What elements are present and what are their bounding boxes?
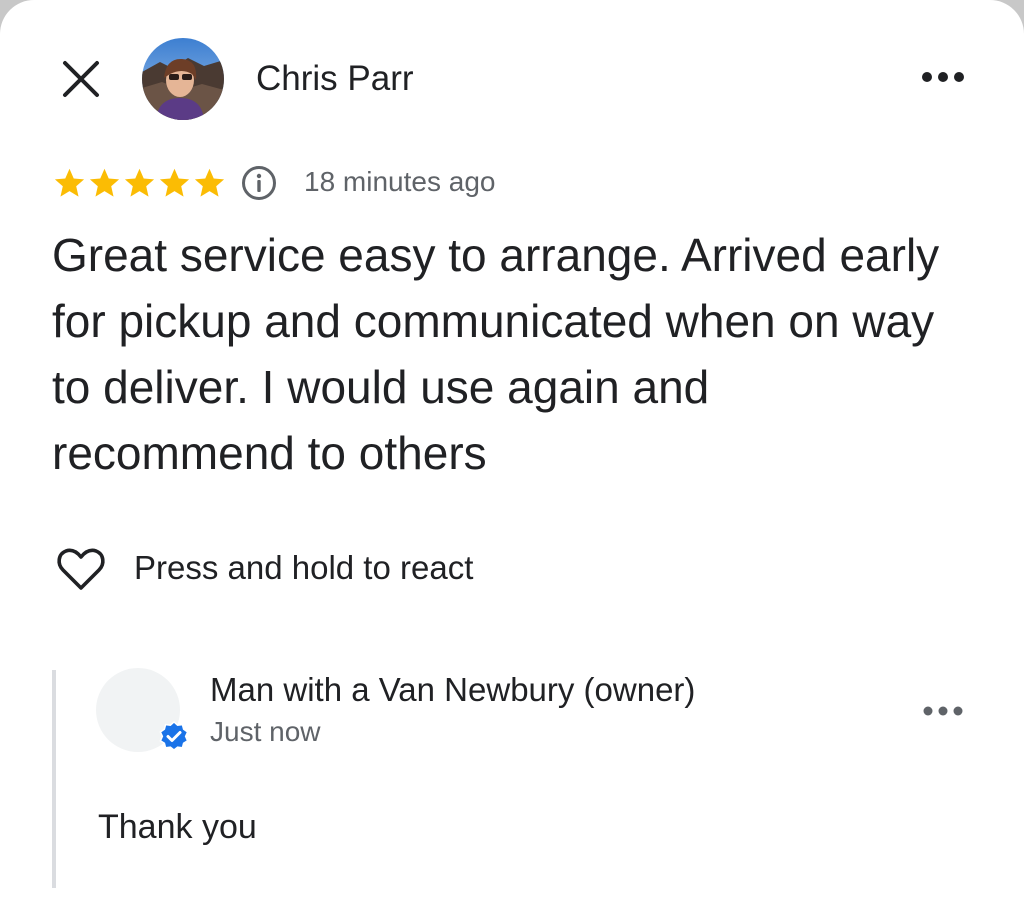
owner-reply-time: Just now — [210, 716, 321, 747]
close-icon — [63, 61, 99, 97]
owner-name[interactable]: Man with a Van Newbury (owner) — [210, 670, 695, 710]
review-text: Great service easy to arrange. Arrived e… — [52, 229, 940, 479]
reviewer-avatar[interactable] — [142, 38, 224, 120]
star-rating — [52, 164, 227, 202]
react-button[interactable] — [54, 542, 108, 596]
more-horizontal-icon — [922, 72, 964, 82]
review-sheet: Chris Parr 18 minutes ago Great service … — [0, 0, 1024, 900]
reply-divider — [52, 670, 56, 888]
verified-badge — [158, 720, 190, 752]
more-options-button[interactable] — [918, 62, 968, 92]
verified-icon — [159, 720, 189, 751]
owner-reply-text: Thank you — [98, 808, 257, 846]
react-label[interactable]: Press and hold to react — [134, 548, 473, 588]
reviewer-name[interactable]: Chris Parr — [256, 58, 414, 100]
star-icon — [54, 168, 85, 197]
info-icon — [242, 166, 276, 200]
review-timestamp: 18 minutes ago — [304, 166, 496, 197]
close-button[interactable] — [56, 54, 106, 104]
star-icon — [194, 168, 225, 197]
reply-more-options-button[interactable] — [918, 696, 968, 726]
star-icon — [89, 168, 120, 197]
star-icon — [159, 168, 190, 197]
heart-outline-icon — [57, 548, 105, 590]
info-button[interactable] — [240, 164, 278, 202]
star-icon — [124, 168, 155, 197]
avatar-photo — [142, 38, 224, 120]
more-horizontal-icon — [923, 706, 963, 716]
